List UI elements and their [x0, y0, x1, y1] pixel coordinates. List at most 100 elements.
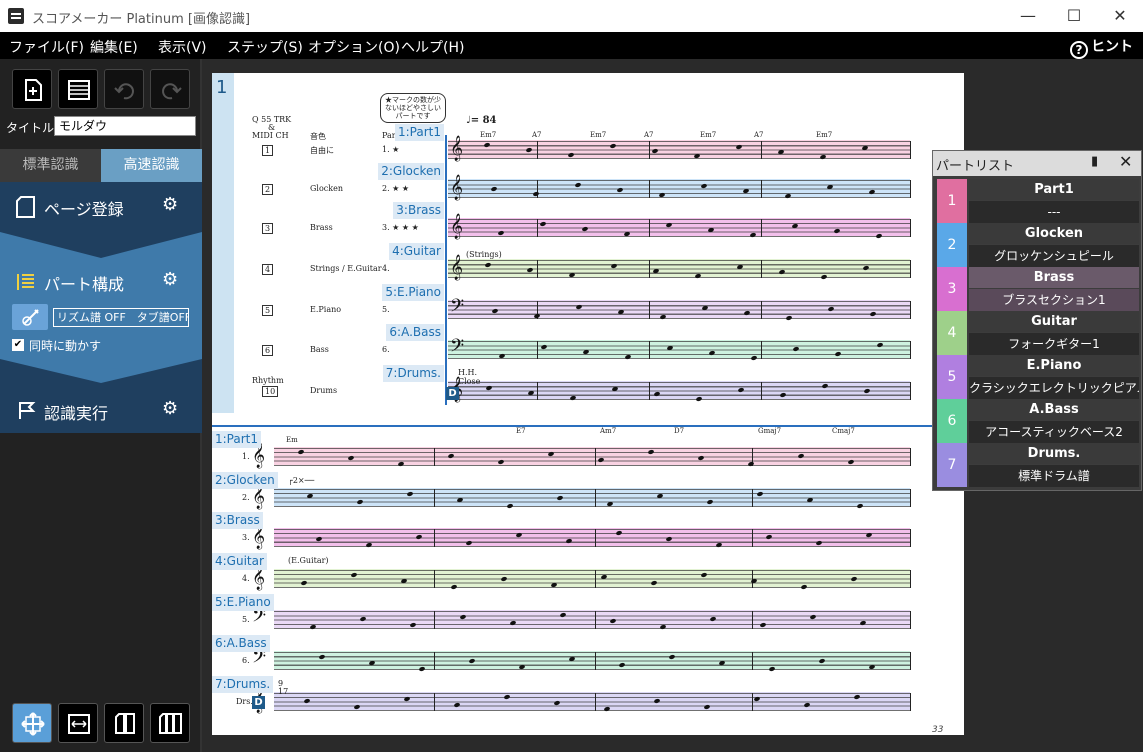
- midi-channel: 2: [262, 184, 274, 195]
- barline: [910, 693, 911, 711]
- step-part-label: パート構成: [44, 275, 125, 294]
- part-list-close-button[interactable]: ✕: [1119, 152, 1132, 171]
- part-instrument[interactable]: ---: [969, 201, 1139, 223]
- part-tag-top-3[interactable]: 3:Brass: [393, 202, 444, 219]
- rhythm-toggle-button[interactable]: [12, 304, 48, 330]
- part-name[interactable]: Drums.: [969, 443, 1139, 464]
- part-name[interactable]: Brass: [969, 267, 1139, 288]
- part-tag-bottom-2[interactable]: 2:Glocken: [212, 472, 278, 489]
- barline: [761, 219, 762, 237]
- redo-icon: [162, 83, 182, 100]
- part-list-item[interactable]: 4 Guitar フォークギター1: [937, 311, 1139, 355]
- note-head: [785, 315, 793, 321]
- part-instrument[interactable]: クラシックエレクトリックピアノ1: [969, 377, 1139, 399]
- title-bar: スコアメーカー Platinum [画像認識] — ☐ ✕: [0, 0, 1143, 32]
- menu-help[interactable]: ヘルプ(H): [401, 37, 464, 57]
- part-tag-top-5[interactable]: 5:E.Piano: [382, 284, 444, 301]
- chord-symbol: Em: [286, 436, 298, 444]
- drums-badge[interactable]: D: [252, 696, 265, 709]
- tab-fast-recognition[interactable]: 高速認識: [101, 149, 202, 182]
- part-list-header: パートリスト ▮ ✕: [933, 151, 1141, 176]
- part-list-item[interactable]: 1 Part1 ---: [937, 179, 1139, 223]
- menu-step[interactable]: ステップ(S): [227, 37, 303, 57]
- barline: [910, 570, 911, 588]
- part-tag-top-6[interactable]: 6:A.Bass: [386, 324, 444, 341]
- staff-number: 2.: [242, 493, 250, 502]
- page-number: 1: [216, 77, 228, 98]
- part-list-item[interactable]: 6 A.Bass アコースティックベース2: [937, 399, 1139, 443]
- menu-options[interactable]: オプション(O): [308, 37, 400, 57]
- note-head: [659, 624, 667, 630]
- part-list-item[interactable]: 3 Brass ブラスセクション1: [937, 267, 1139, 311]
- two-page-button[interactable]: [104, 703, 144, 743]
- multi-page-button[interactable]: [150, 703, 190, 743]
- chord-symbol: A7: [754, 131, 764, 139]
- redo-button[interactable]: [150, 69, 190, 109]
- part-instrument[interactable]: グロッケンシュピール: [969, 245, 1139, 267]
- page-icon: [16, 196, 35, 218]
- part-tag-bottom-6[interactable]: 6:A.Bass: [212, 635, 270, 652]
- menu-edit[interactable]: 編集(E): [90, 37, 138, 57]
- part-tag-top-4[interactable]: 4:Guitar: [389, 243, 444, 260]
- barline: [649, 219, 650, 237]
- title-input[interactable]: モルダウ: [54, 116, 196, 136]
- step-run-recognition[interactable]: 認識実行 ⚙: [0, 385, 202, 433]
- move-tool-button[interactable]: [12, 703, 52, 743]
- hint-button[interactable]: ? ヒント: [1070, 36, 1133, 59]
- part-name[interactable]: Glocken: [969, 223, 1139, 244]
- part-instrument[interactable]: 標準ドラム譜: [969, 465, 1139, 487]
- chord-symbol: Cmaj7: [832, 427, 855, 435]
- part-tag-bottom-3[interactable]: 3:Brass: [212, 512, 263, 529]
- part-list-item[interactable]: 5 E.Piano クラシックエレクトリックピアノ1: [937, 355, 1139, 399]
- undo-button[interactable]: [104, 69, 144, 109]
- page-settings-gear-icon[interactable]: ⚙: [162, 194, 178, 215]
- part-settings-gear-icon[interactable]: ⚙: [162, 269, 178, 290]
- part-tag-bottom-1[interactable]: 1:Part1: [212, 431, 262, 448]
- part-name[interactable]: A.Bass: [969, 399, 1139, 420]
- part-list-item[interactable]: 2 Glocken グロッケンシュピール: [937, 223, 1139, 267]
- chord-symbol: A7: [644, 131, 654, 139]
- part-instrument[interactable]: ブラスセクション1: [969, 289, 1139, 311]
- maximize-button[interactable]: ☐: [1051, 0, 1097, 32]
- step-page-register[interactable]: ページ登録 ⚙: [0, 182, 202, 232]
- note-head: [506, 503, 514, 509]
- staff-number: 3.: [242, 533, 250, 542]
- part-tag-top-2[interactable]: 2:Glocken: [378, 163, 444, 180]
- chord-symbol: Gmaj7: [758, 427, 782, 435]
- drums-badge[interactable]: D: [446, 387, 459, 400]
- difficulty-stars: 6.: [382, 345, 390, 354]
- pin-icon[interactable]: ▮: [1091, 154, 1098, 169]
- part-instrument[interactable]: アコースティックベース2: [969, 421, 1139, 443]
- score-list-button[interactable]: [58, 69, 98, 109]
- part-tag-bottom-7[interactable]: 7:Drums.: [212, 676, 274, 693]
- part-tag-bottom-4[interactable]: 4:Guitar: [212, 553, 267, 570]
- barline: [595, 611, 596, 629]
- part-tag-top-7[interactable]: 7:Drums.: [382, 365, 444, 382]
- part-name[interactable]: E.Piano: [969, 355, 1139, 376]
- barline: [910, 448, 911, 466]
- hh-label: H.H.: [458, 368, 478, 377]
- rhythm-tab-setting-field[interactable]: リズム譜 OFF タブ譜OFF: [53, 308, 189, 327]
- menu-file[interactable]: ファイル(F): [9, 37, 84, 57]
- part-instrument[interactable]: フォークギター1: [969, 333, 1139, 355]
- close-button[interactable]: ✕: [1097, 0, 1143, 32]
- new-page-button[interactable]: [12, 69, 52, 109]
- run-settings-gear-icon[interactable]: ⚙: [162, 398, 178, 419]
- fit-width-button[interactable]: [58, 703, 98, 743]
- part-tag-top-1[interactable]: 1:Part1: [394, 124, 444, 141]
- instrument-name: Drums: [310, 386, 338, 395]
- part-list-item[interactable]: 7 Drums. 標準ドラム譜: [937, 443, 1139, 487]
- barline: [649, 260, 650, 278]
- part-name[interactable]: Part1: [969, 179, 1139, 200]
- barline: [761, 141, 762, 159]
- part-name[interactable]: Guitar: [969, 311, 1139, 332]
- step-page-label: ページ登録: [44, 200, 124, 219]
- sync-checkbox[interactable]: ✔: [12, 339, 24, 351]
- score-page[interactable]: 1 Q 55 TRK & MIDI CH 音色 Part ★マークの数が少ないほ…: [212, 73, 964, 735]
- part-tag-bottom-5[interactable]: 5:E.Piano: [212, 594, 274, 611]
- part-list-panel: パートリスト ▮ ✕ 1 Part1 --- 2 Glocken グロッケンシュピール 3 B…: [932, 150, 1142, 491]
- tab-standard-recognition[interactable]: 標準認識: [0, 149, 101, 182]
- menu-view[interactable]: 表示(V): [158, 37, 207, 57]
- staff-number: 4.: [242, 574, 250, 583]
- minimize-button[interactable]: —: [1005, 0, 1051, 32]
